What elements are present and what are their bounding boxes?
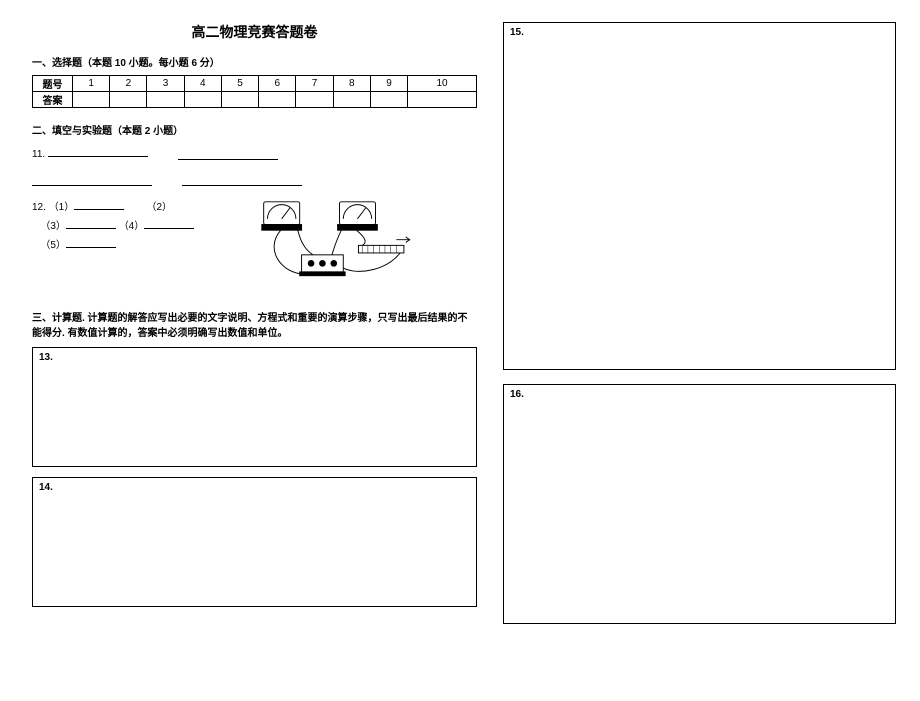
answer-cell[interactable] [221,92,258,108]
table-row: 题号 1 2 3 4 5 6 7 8 9 10 [33,76,477,92]
q12-text: 12. （1） （2） （3） （4） （5） [32,198,232,255]
col-num: 7 [296,76,333,92]
blank-input[interactable] [48,145,148,157]
answer-box-14[interactable]: 14. [32,477,477,607]
col-num: 2 [110,76,147,92]
q16-label: 16. [510,389,524,400]
answer-box-13[interactable]: 13. [32,347,477,467]
answer-box-15[interactable]: 15. [503,22,896,370]
answer-cell[interactable] [408,92,477,108]
col-num: 10 [408,76,477,92]
answer-cell[interactable] [110,92,147,108]
col-num: 4 [184,76,221,92]
q12: 12. （1） （2） （3） （4） （5） [32,198,477,293]
q12-label: 12. [32,202,46,213]
blank-input[interactable] [66,217,116,229]
answer-cell[interactable] [296,92,333,108]
q13-label: 13. [39,352,53,363]
col-num: 1 [73,76,110,92]
q11: 11. [32,145,477,160]
col-num: 5 [221,76,258,92]
q12-p4: （4） [119,221,145,232]
answer-label: 答案 [33,92,73,108]
q11-label: 11. [32,149,45,160]
answer-cell[interactable] [147,92,184,108]
answer-cell[interactable] [333,92,370,108]
col-num: 6 [259,76,296,92]
section1-heading: 一、选择题（本题 10 小题。每小题 6 分） [32,54,477,69]
instrument-icon [240,198,420,288]
answer-cell[interactable] [184,92,221,108]
q12-p2: （2） [146,202,172,213]
col-num: 8 [333,76,370,92]
answer-cell[interactable] [370,92,407,108]
q14-label: 14. [39,482,53,493]
q12-p1: （1） [49,202,75,213]
page: 高二物理竞赛答题卷 一、选择题（本题 10 小题。每小题 6 分） 题号 1 2… [0,0,920,701]
blank-input[interactable] [74,198,124,210]
col-num: 9 [370,76,407,92]
q12-p5: （5） [40,240,66,251]
choice-table: 题号 1 2 3 4 5 6 7 8 9 10 答案 [32,75,477,108]
section2-heading: 二、填空与实验题（本题 2 小题） [32,122,477,137]
answer-cell[interactable] [259,92,296,108]
blank-input[interactable] [178,148,278,160]
blank-input[interactable] [144,217,194,229]
col-num: 3 [147,76,184,92]
answer-box-16[interactable]: 16. [503,384,896,624]
section3-heading: 三、计算题. 计算题的解答应写出必要的文字说明、方程式和重要的演算步骤，只写出最… [32,311,477,341]
blank-input[interactable] [32,174,152,186]
q15-label: 15. [510,27,524,38]
right-column: 15. 16. [503,22,896,691]
blank-input[interactable] [182,174,302,186]
q11-row2 [32,174,477,186]
circuit-diagram [240,198,477,293]
page-title: 高二物理竞赛答题卷 [32,22,477,42]
blank-input[interactable] [66,236,116,248]
left-column: 高二物理竞赛答题卷 一、选择题（本题 10 小题。每小题 6 分） 题号 1 2… [32,22,477,691]
header-cell: 题号 [33,76,73,92]
answer-cell[interactable] [73,92,110,108]
q12-p3: （3） [40,221,66,232]
table-row: 答案 [33,92,477,108]
